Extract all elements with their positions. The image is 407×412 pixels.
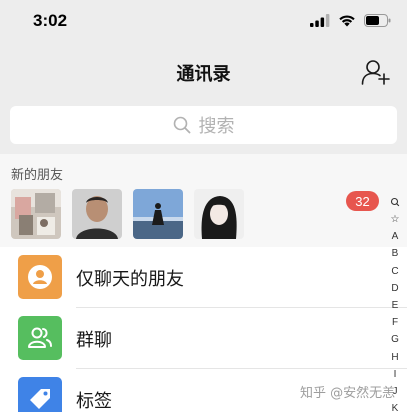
chat-friend-icon	[18, 255, 62, 299]
status-icons	[310, 14, 391, 27]
index-search-icon[interactable]	[390, 194, 400, 211]
list-item-group-chat[interactable]: 群聊	[0, 308, 407, 368]
battery-icon	[364, 14, 391, 27]
new-friends-label: 新的朋友	[11, 168, 64, 183]
list-item-label: 标签	[76, 391, 112, 412]
group-chat-icon	[18, 316, 62, 360]
tag-icon	[18, 377, 62, 412]
wifi-icon	[339, 15, 355, 27]
index-letter[interactable]: K	[392, 400, 399, 412]
index-letter[interactable]: B	[392, 245, 399, 262]
index-letter[interactable]: A	[392, 228, 399, 245]
avatar[interactable]	[133, 189, 183, 239]
watermark: 知乎 @安然无恙	[300, 386, 396, 401]
alphabet-index-bar[interactable]: ☆ A B C D E F G H I J K	[385, 194, 405, 412]
index-letter[interactable]: D	[391, 280, 398, 297]
new-friends-avatars	[11, 189, 244, 239]
avatar[interactable]	[72, 189, 122, 239]
list-item-label: 仅聊天的朋友	[76, 269, 184, 290]
index-letter[interactable]: I	[394, 366, 397, 383]
search-placeholder: 搜索	[198, 116, 235, 137]
add-user-icon	[361, 60, 390, 85]
signal-icon	[310, 14, 330, 27]
search-icon	[173, 116, 190, 134]
status-bar: 3:02	[0, 0, 407, 46]
index-letter[interactable]: E	[392, 297, 399, 314]
avatar[interactable]	[11, 189, 61, 239]
index-letter[interactable]: C	[391, 263, 398, 280]
index-letter[interactable]: ☆	[391, 211, 400, 228]
list-item-chat-only-friends[interactable]: 仅聊天的朋友	[0, 247, 407, 307]
page-title: 通讯录	[176, 64, 231, 85]
status-time: 3:02	[33, 11, 68, 30]
unread-badge: 32	[346, 191, 379, 211]
add-friend-button[interactable]	[361, 58, 391, 86]
list-item-label: 群聊	[76, 330, 112, 351]
nav-bar: 通讯录	[0, 46, 407, 98]
index-letter[interactable]: H	[391, 349, 398, 366]
avatar[interactable]	[194, 189, 244, 239]
index-letter[interactable]: G	[391, 331, 399, 348]
index-letter[interactable]: F	[392, 314, 398, 331]
new-friends-section[interactable]: 新的朋友 32	[0, 154, 407, 247]
search-input[interactable]: 搜索	[10, 106, 397, 144]
